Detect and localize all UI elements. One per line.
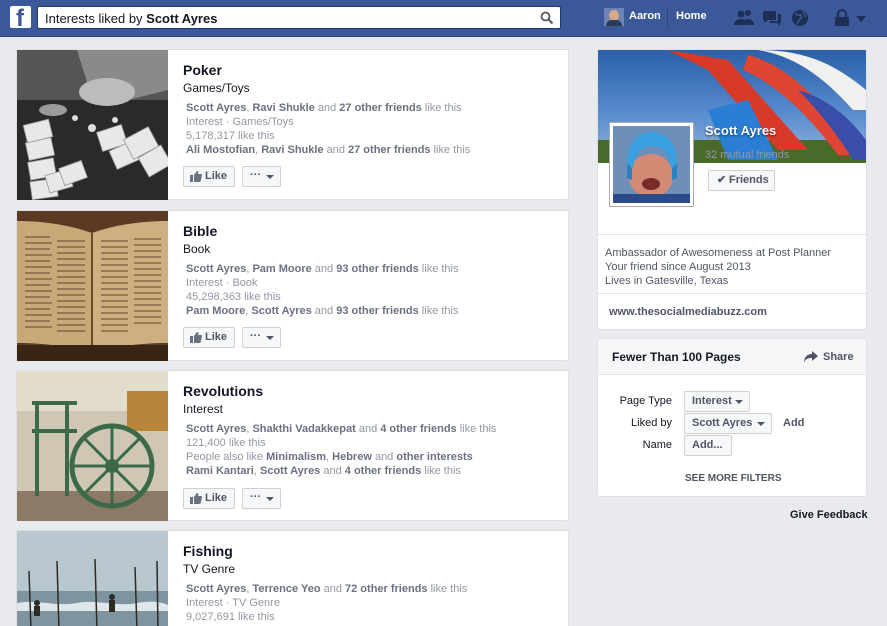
share-arrow-icon[interactable] bbox=[804, 351, 818, 363]
friends-button[interactable]: ✔ Friends bbox=[708, 170, 775, 191]
more-dots: ··· bbox=[250, 491, 261, 503]
friends-like-line: Ali Mostofian, Ravi Shukle and 27 other … bbox=[186, 144, 471, 156]
chevron-down-icon bbox=[266, 497, 274, 501]
share-button[interactable]: Share bbox=[823, 351, 854, 363]
more-dots: ··· bbox=[250, 169, 261, 181]
result-card-revolutions: Revolutions Interest Scott Ayres, Shakth… bbox=[16, 370, 569, 521]
page-type-value: Interest bbox=[692, 395, 732, 407]
name-value: Add... bbox=[692, 439, 723, 451]
result-type-line: Interest · Book bbox=[186, 277, 258, 289]
result-card-poker: Poker Games/Toys Scott Ayres, Ravi Shukl… bbox=[16, 49, 569, 200]
friends-label: Friends bbox=[729, 174, 769, 186]
like-button[interactable]: Like bbox=[183, 166, 235, 187]
liked-by-label: Liked by bbox=[631, 417, 672, 429]
profile-location: Lives in Gatesville, Texas bbox=[605, 275, 729, 287]
result-title-bible[interactable]: Bible bbox=[183, 223, 217, 239]
search-query: Interests liked by Scott Ayres bbox=[45, 11, 218, 26]
chevron-down-icon bbox=[266, 336, 274, 340]
like-button[interactable]: Like bbox=[183, 488, 235, 509]
user-avatar[interactable] bbox=[604, 8, 624, 26]
profile-picture[interactable] bbox=[609, 122, 694, 207]
page-type-dropdown[interactable]: Interest bbox=[684, 391, 750, 412]
more-options-button[interactable]: ··· bbox=[242, 327, 281, 348]
fishing-thumbnail-image[interactable] bbox=[17, 531, 168, 626]
profile-work: Ambassador of Awesomeness at Post Planne… bbox=[605, 247, 832, 259]
like-label: Like bbox=[205, 170, 228, 182]
nav-divider bbox=[667, 8, 668, 26]
thumbs-up-icon bbox=[190, 332, 202, 343]
chevron-down-icon bbox=[757, 422, 765, 426]
like-count: 45,298,363 like this bbox=[186, 291, 281, 303]
thumbs-up-icon bbox=[190, 493, 202, 504]
name-label: Name bbox=[642, 439, 672, 451]
people-also-like-line: People also like Minimalism, Hebrew and … bbox=[186, 451, 473, 463]
chevron-down-icon bbox=[735, 400, 743, 404]
result-category: Book bbox=[183, 242, 211, 256]
friends-like-line: Pam Moore, Scott Ayres and 93 other frie… bbox=[186, 305, 459, 317]
profile-name[interactable]: Scott Ayres bbox=[705, 123, 776, 138]
settings-caret-icon[interactable] bbox=[854, 8, 868, 28]
result-type-line: Interest · Games/Toys bbox=[186, 116, 294, 128]
like-label: Like bbox=[205, 492, 228, 504]
add-liked-by-link[interactable]: Add bbox=[783, 417, 804, 429]
friends-like-line: Scott Ayres, Pam Moore and 93 other frie… bbox=[186, 263, 459, 275]
filter-title: Fewer Than 100 Pages bbox=[612, 350, 741, 364]
result-title-poker[interactable]: Poker bbox=[183, 62, 222, 78]
more-options-button[interactable]: ··· bbox=[242, 488, 281, 509]
give-feedback-link[interactable]: Give Feedback bbox=[790, 509, 868, 521]
top-navigation-bar: f Interests liked by Scott Ayres Aaron H… bbox=[0, 0, 887, 37]
messages-icon[interactable] bbox=[761, 8, 783, 28]
privacy-lock-icon[interactable] bbox=[831, 8, 853, 28]
profile-card: Scott Ayres 32 mutual friends ✔ Friends A… bbox=[597, 49, 867, 330]
page-type-label: Page Type bbox=[619, 395, 672, 407]
result-type-line: Interest · TV Genre bbox=[186, 597, 280, 609]
friends-like-line: Rami Kantari, Scott Ayres and 4 other fr… bbox=[186, 465, 461, 477]
result-card-bible: Bible Book Scott Ayres, Pam Moore and 93… bbox=[16, 210, 569, 361]
mutual-friends-count[interactable]: 32 mutual friends bbox=[705, 149, 789, 161]
search-input[interactable]: Interests liked by Scott Ayres bbox=[37, 6, 561, 29]
filter-header: Fewer Than 100 Pages Share bbox=[598, 339, 866, 375]
result-title-fishing[interactable]: Fishing bbox=[183, 543, 233, 559]
notifications-globe-icon[interactable] bbox=[789, 8, 811, 28]
result-card-fishing: Fishing TV Genre Scott Ayres, Terrence Y… bbox=[16, 530, 569, 626]
checkmark-icon: ✔ bbox=[717, 174, 727, 186]
liked-by-value: Scott Ayres bbox=[692, 417, 753, 429]
friends-like-line: Scott Ayres, Shakthi Vadakkepat and 4 ot… bbox=[186, 423, 497, 435]
profile-website-link[interactable]: www.thesocialmediabuzz.com bbox=[609, 306, 767, 318]
result-category: Interest bbox=[183, 402, 224, 416]
divider bbox=[598, 234, 866, 235]
like-label: Like bbox=[205, 331, 228, 343]
profile-friend-since: Your friend since August 2013 bbox=[605, 261, 751, 273]
liked-by-dropdown[interactable]: Scott Ayres bbox=[684, 413, 772, 434]
revolutions-thumbnail-image[interactable] bbox=[17, 371, 168, 521]
thumbs-up-icon bbox=[190, 171, 202, 182]
more-dots: ··· bbox=[250, 330, 261, 342]
result-category: TV Genre bbox=[183, 562, 236, 576]
search-icon[interactable] bbox=[540, 11, 554, 25]
poker-thumbnail-image[interactable] bbox=[17, 50, 168, 200]
friends-like-line: Scott Ayres, Terrence Yeo and 72 other f… bbox=[186, 583, 468, 595]
like-count: 121,400 like this bbox=[186, 437, 266, 449]
like-count: 5,178,317 like this bbox=[186, 130, 275, 142]
divider bbox=[598, 293, 866, 294]
nav-user-link[interactable]: Aaron bbox=[629, 10, 661, 22]
name-add-button[interactable]: Add... bbox=[684, 435, 732, 456]
nav-home-link[interactable]: Home bbox=[676, 10, 707, 22]
chevron-down-icon bbox=[266, 175, 274, 179]
like-button[interactable]: Like bbox=[183, 327, 235, 348]
friend-requests-icon[interactable] bbox=[733, 8, 755, 28]
friends-like-line: Scott Ayres, Ravi Shukle and 27 other fr… bbox=[186, 102, 462, 114]
like-count: 9,027,691 like this bbox=[186, 611, 275, 623]
more-options-button[interactable]: ··· bbox=[242, 166, 281, 187]
filter-panel: Fewer Than 100 Pages Share Page Type Int… bbox=[597, 338, 867, 497]
see-more-filters-link[interactable]: SEE MORE FILTERS bbox=[685, 473, 782, 484]
bible-thumbnail-image[interactable] bbox=[17, 211, 168, 361]
facebook-logo-icon[interactable]: f bbox=[10, 6, 31, 28]
result-title-revolutions[interactable]: Revolutions bbox=[183, 383, 263, 399]
result-category: Games/Toys bbox=[183, 81, 250, 95]
